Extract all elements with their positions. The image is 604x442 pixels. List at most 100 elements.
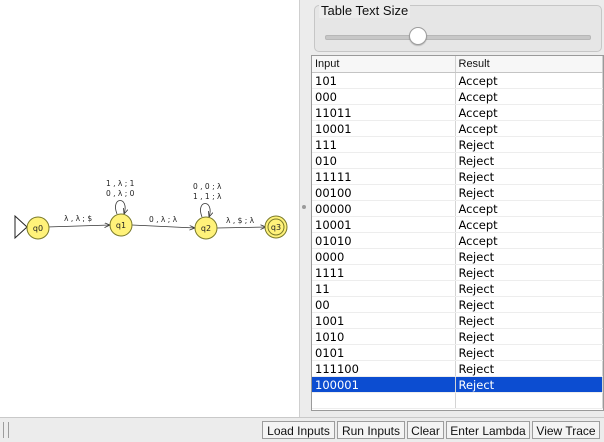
cell-input[interactable]: 1111 <box>312 264 456 281</box>
table-row[interactable]: 1111 Reject <box>312 264 603 281</box>
table-row[interactable]: 01010 Accept <box>312 232 603 249</box>
transition-q2-q3[interactable] <box>216 227 266 228</box>
table-row[interactable]: 10001 Accept <box>312 216 603 233</box>
transition-q1-loop[interactable] <box>115 200 125 215</box>
cell-result: Reject <box>455 312 603 329</box>
cell-input[interactable]: 00100 <box>312 184 456 201</box>
table-row[interactable]: 100001 Reject <box>312 376 603 393</box>
table-row-empty[interactable] <box>312 392 603 409</box>
cell-result: Reject <box>455 152 603 169</box>
table-row[interactable]: 11111 Reject <box>312 168 603 185</box>
state-q0[interactable]: q0 <box>26 216 50 240</box>
cell-result: Accept <box>455 200 603 217</box>
transition-q1-q2[interactable] <box>131 224 195 228</box>
cell-input[interactable]: 00000 <box>312 200 456 217</box>
column-header-result[interactable]: Result <box>455 56 603 73</box>
loop-label-q1-a: 1 , λ ; 1 <box>106 179 135 188</box>
cell-result: Accept <box>455 104 603 121</box>
cell-result: Reject <box>455 376 603 393</box>
table-text-size-title: Table Text Size <box>319 3 411 18</box>
table-row[interactable]: 10001 Accept <box>312 120 603 137</box>
transition-q0-q1[interactable] <box>46 225 110 227</box>
cell-result: Reject <box>455 360 603 377</box>
state-q2[interactable]: q2 <box>194 216 218 240</box>
cell-result: Accept <box>455 72 603 89</box>
state-label-q1: q1 <box>116 221 126 230</box>
table-row[interactable]: 0101 Reject <box>312 344 603 361</box>
state-label-q2: q2 <box>201 224 211 233</box>
transition-q2-loop[interactable] <box>200 203 210 218</box>
load-inputs-button[interactable]: Load Inputs <box>262 421 335 439</box>
pane-splitter[interactable] <box>300 0 309 417</box>
clear-button[interactable]: Clear <box>407 421 444 439</box>
run-inputs-button[interactable]: Run Inputs <box>337 421 405 439</box>
cell-input[interactable] <box>312 392 456 409</box>
cell-input[interactable]: 101 <box>312 72 456 89</box>
table-row[interactable]: 111100 Reject <box>312 360 603 377</box>
cell-result: Reject <box>455 344 603 361</box>
cell-result: Reject <box>455 184 603 201</box>
cell-input[interactable]: 11011 <box>312 104 456 121</box>
cell-input[interactable]: 1010 <box>312 328 456 345</box>
view-trace-button[interactable]: View Trace <box>532 421 600 439</box>
cell-result: Reject <box>455 168 603 185</box>
table-row[interactable]: 11 Reject <box>312 280 603 297</box>
table-row[interactable]: 11011 Accept <box>312 104 603 121</box>
edge-label-q0-q1: λ , λ ; $ <box>64 214 92 223</box>
cell-input[interactable]: 10001 <box>312 216 456 233</box>
cell-input[interactable]: 100001 <box>312 376 456 393</box>
cell-result: Accept <box>455 120 603 137</box>
cell-result: Accept <box>455 232 603 249</box>
splitter-grip-icon[interactable] <box>302 205 306 209</box>
edge-label-q1-q2: 0 , λ ; λ <box>149 215 178 224</box>
enter-lambda-button[interactable]: Enter Lambda <box>446 421 530 439</box>
cell-input[interactable]: 0000 <box>312 248 456 265</box>
cell-input[interactable]: 00 <box>312 296 456 313</box>
column-header-input[interactable]: Input <box>312 56 456 73</box>
cell-input[interactable]: 010 <box>312 152 456 169</box>
initial-state-arrow-icon <box>14 214 28 240</box>
table-row[interactable]: 1001 Reject <box>312 312 603 329</box>
table-text-size-slider[interactable] <box>325 35 591 40</box>
bottom-toolbar: Load Inputs Run Inputs Clear Enter Lambd… <box>0 417 604 442</box>
cell-result: Accept <box>455 88 603 105</box>
cell-input[interactable]: 000 <box>312 88 456 105</box>
cell-input[interactable]: 11111 <box>312 168 456 185</box>
cell-input[interactable]: 0101 <box>312 344 456 361</box>
loop-label-q2-a: 0 , 0 ; λ <box>193 182 222 191</box>
table-row[interactable]: 00000 Accept <box>312 200 603 217</box>
table-row[interactable]: 00100 Reject <box>312 184 603 201</box>
cell-input[interactable]: 11 <box>312 280 456 297</box>
right-pane: Table Text Size Input Result 101 Accept 00… <box>309 0 604 417</box>
cell-result: Reject <box>455 296 603 313</box>
cell-input[interactable]: 10001 <box>312 120 456 137</box>
cell-result: Reject <box>455 136 603 153</box>
cell-input[interactable]: 1001 <box>312 312 456 329</box>
table-row[interactable]: 101 Accept <box>312 72 603 89</box>
slider-thumb[interactable] <box>409 27 428 45</box>
resize-grip-icon <box>3 422 9 438</box>
results-table: Input Result 101 Accept 000 Accept 11011 Acce… <box>311 55 604 411</box>
table-row[interactable]: 111 Reject <box>312 136 603 153</box>
automaton-canvas[interactable]: λ , λ ; $ 1 , λ ; 1 0 , λ ; 0 0 , λ ; λ … <box>0 0 300 417</box>
table-text-size-group: Table Text Size <box>314 3 602 52</box>
cell-result: Reject <box>455 328 603 345</box>
cell-result: Accept <box>455 216 603 233</box>
cell-input[interactable]: 111100 <box>312 360 456 377</box>
loop-label-q1-b: 0 , λ ; 0 <box>106 189 135 198</box>
cell-result <box>455 392 603 409</box>
cell-input[interactable]: 111 <box>312 136 456 153</box>
table-row[interactable]: 00 Reject <box>312 296 603 313</box>
state-label-q3: q3 <box>271 223 281 232</box>
table-row[interactable]: 010 Reject <box>312 152 603 169</box>
table-row[interactable]: 1010 Reject <box>312 328 603 345</box>
table-row[interactable]: 000 Accept <box>312 88 603 105</box>
state-label-q0: q0 <box>33 224 43 233</box>
state-q3[interactable]: q3 <box>264 215 288 239</box>
table-row[interactable]: 0000 Reject <box>312 248 603 265</box>
cell-result: Reject <box>455 280 603 297</box>
cell-input[interactable]: 01010 <box>312 232 456 249</box>
loop-label-q2-b: 1 , 1 ; λ <box>193 192 222 201</box>
automaton-diagram[interactable]: λ , λ ; $ 1 , λ ; 1 0 , λ ; 0 0 , λ ; λ … <box>0 0 299 417</box>
state-q1[interactable]: q1 <box>109 213 133 237</box>
